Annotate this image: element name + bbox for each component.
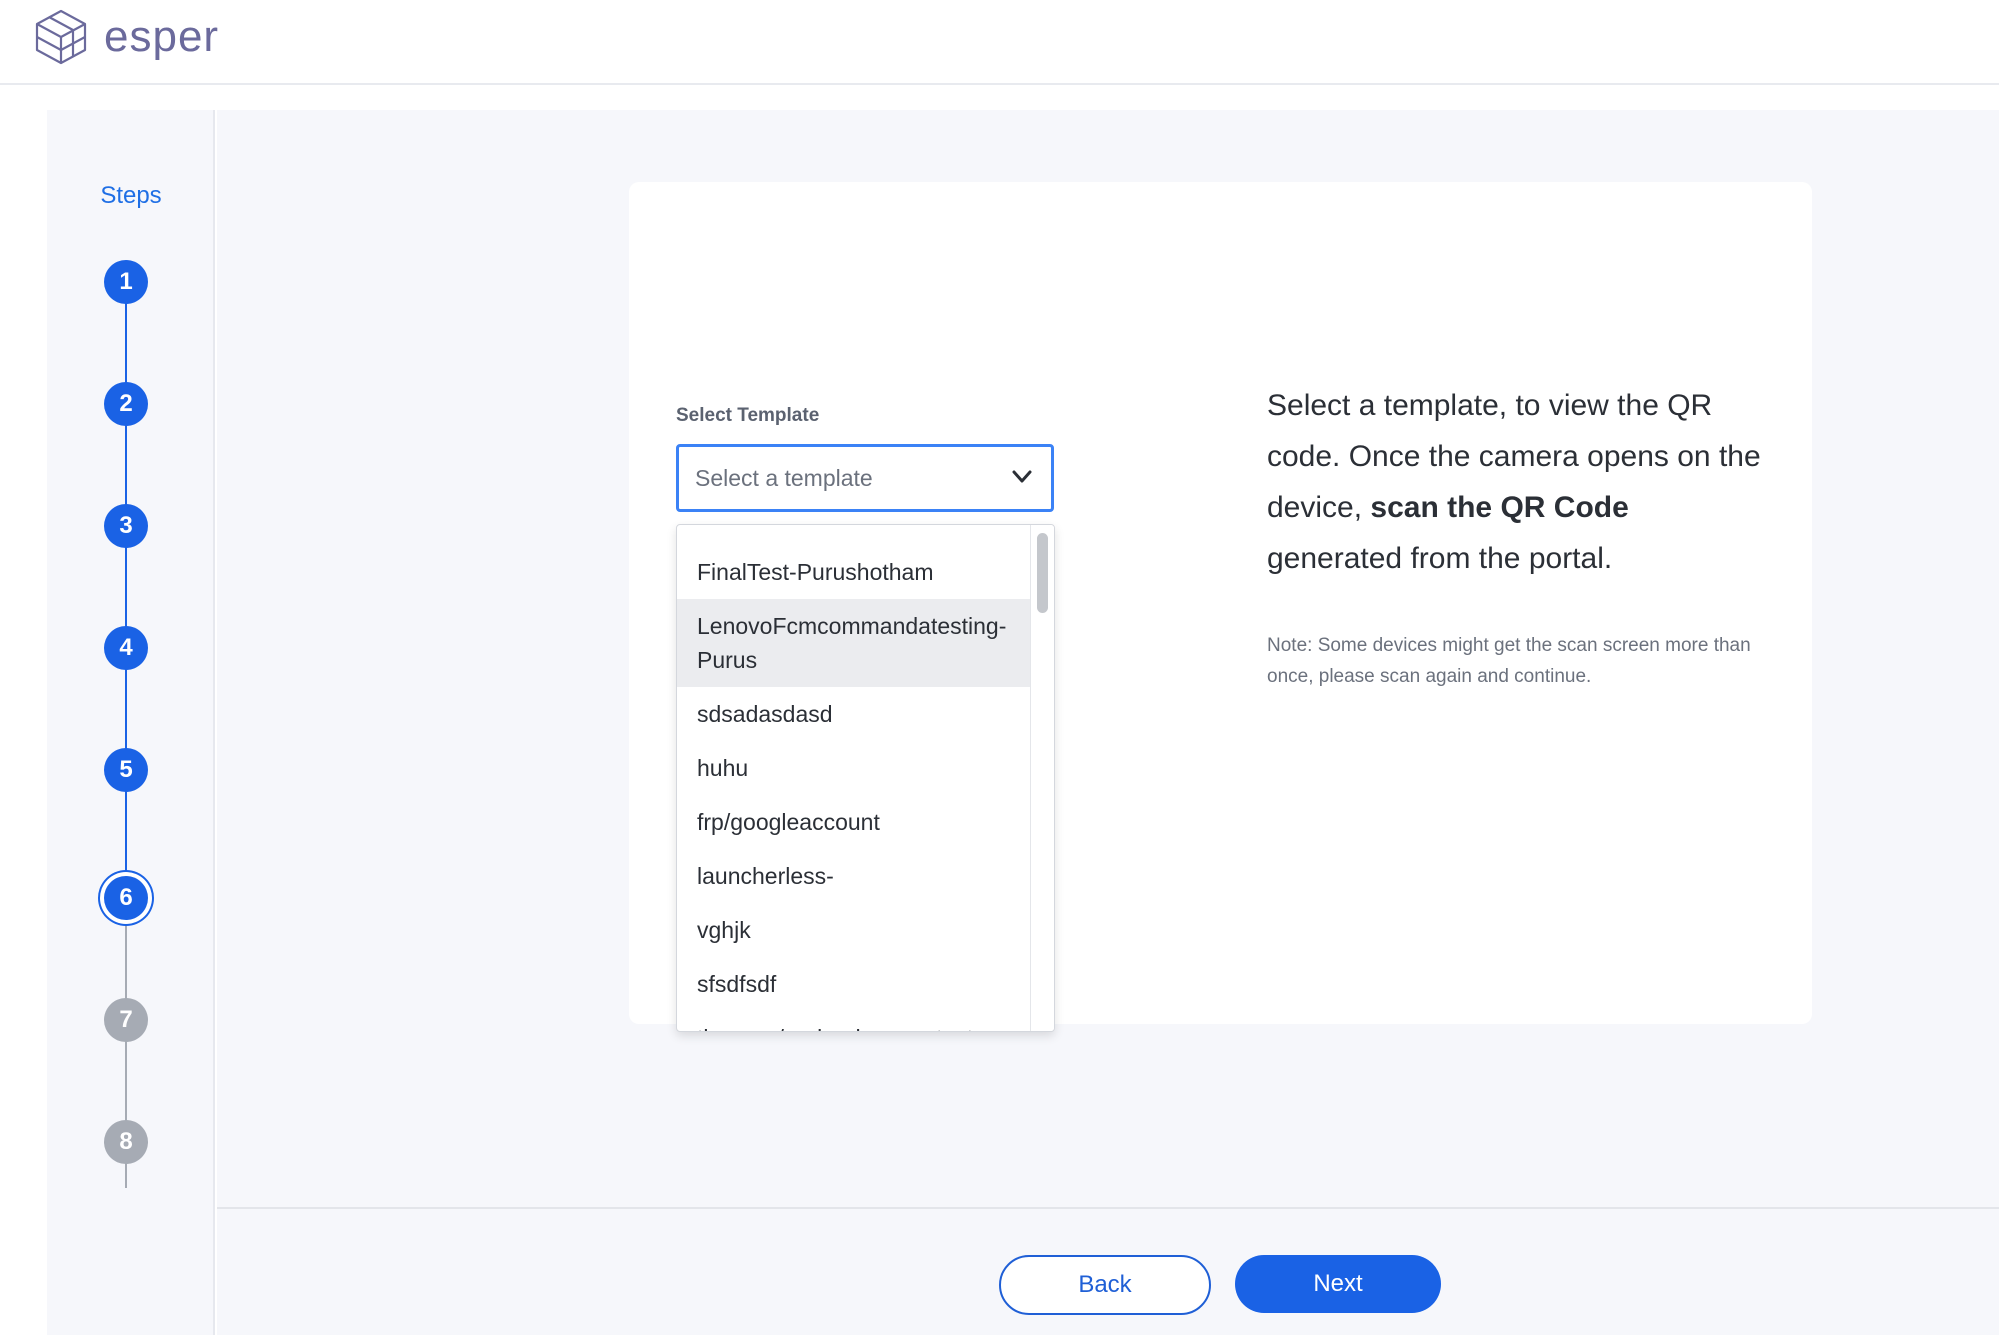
step-8[interactable]: 8 bbox=[104, 1120, 148, 1164]
step-4[interactable]: 4 bbox=[104, 626, 148, 670]
instruction-note: Note: Some devices might get the scan sc… bbox=[1267, 635, 1751, 687]
app-header: esper bbox=[0, 0, 1999, 85]
step-7[interactable]: 7 bbox=[104, 998, 148, 1042]
steps-sidebar: Steps 1 2 3 4 5 6 7 8 bbox=[47, 110, 215, 1335]
esper-logo-text[interactable]: esper bbox=[104, 12, 219, 62]
select-template-label: Select Template bbox=[676, 405, 820, 426]
dropdown-option[interactable]: sfsdfsdf bbox=[677, 957, 1031, 1011]
dropdown-option[interactable]: timezon/preload_apps_test bbox=[677, 1011, 1031, 1031]
step-5[interactable]: 5 bbox=[104, 748, 148, 792]
dropdown-option[interactable]: launcherless- bbox=[677, 849, 1031, 903]
next-button[interactable]: Next bbox=[1235, 1255, 1441, 1313]
template-dropdown-list[interactable]: FinalTest-Purushotham LenovoFcmcommandat… bbox=[676, 524, 1055, 1032]
steps-title: Steps bbox=[100, 182, 162, 209]
back-button[interactable]: Back bbox=[999, 1255, 1211, 1315]
template-select[interactable]: Select a template bbox=[676, 444, 1054, 512]
instruction-part-2: generated from the portal. bbox=[1267, 542, 1613, 575]
chevron-down-icon bbox=[1012, 470, 1032, 483]
step-6-current[interactable]: 6 bbox=[104, 876, 148, 920]
dropdown-scrollbar[interactable] bbox=[1030, 525, 1054, 1031]
instruction-text: Select a template, to view the QR code. … bbox=[1267, 380, 1767, 584]
dropdown-option-highlighted[interactable]: LenovoFcmcommandatesting-Purus bbox=[677, 599, 1031, 687]
dropdown-scrollbar-thumb[interactable] bbox=[1037, 533, 1048, 613]
template-select-placeholder: Select a template bbox=[695, 465, 873, 491]
step-1[interactable]: 1 bbox=[104, 260, 148, 304]
dropdown-option[interactable]: huhu bbox=[677, 741, 1031, 795]
step-connector bbox=[125, 282, 127, 918]
step-2[interactable]: 2 bbox=[104, 382, 148, 426]
instruction-bold: scan the QR Code bbox=[1370, 491, 1629, 524]
step-3[interactable]: 3 bbox=[104, 504, 148, 548]
dropdown-option[interactable]: frp/googleaccount bbox=[677, 795, 1031, 849]
dropdown-option[interactable]: FinalTest-Purushotham bbox=[677, 545, 1031, 599]
dropdown-option[interactable]: sdsadasdasd bbox=[677, 687, 1031, 741]
dropdown-option[interactable]: vghjk bbox=[677, 903, 1031, 957]
esper-logo-icon[interactable] bbox=[33, 8, 89, 66]
